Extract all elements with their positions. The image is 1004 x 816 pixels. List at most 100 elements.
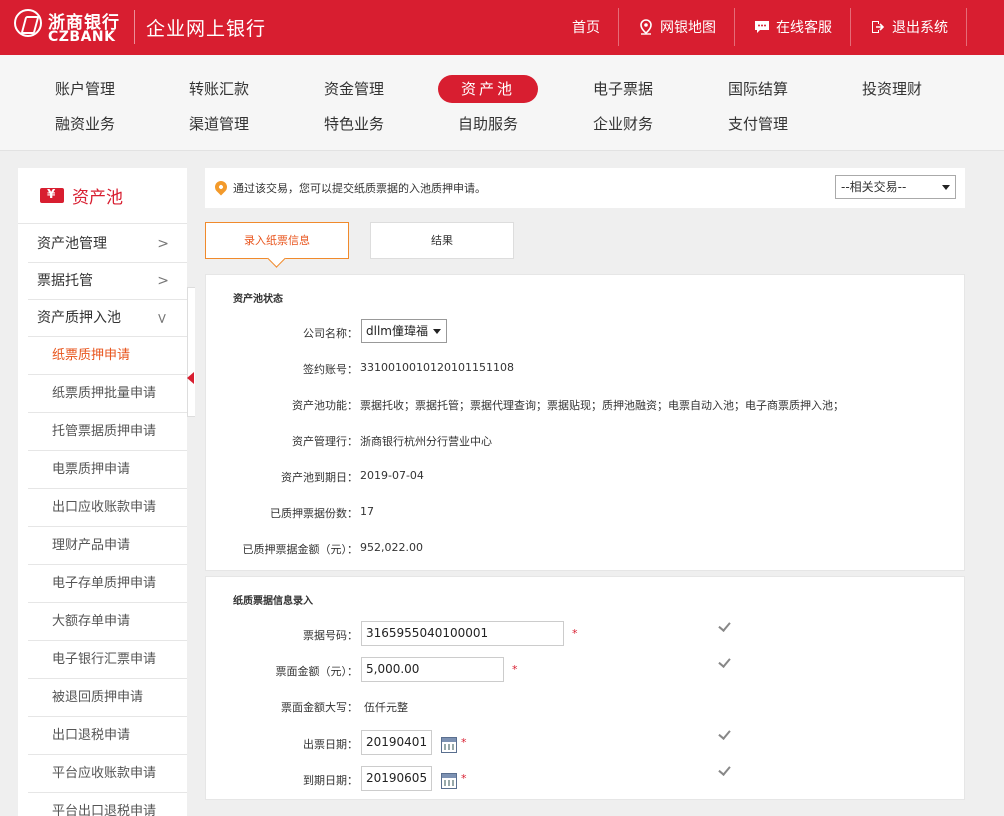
company-name-select[interactable]: dllm僮瑋福 — [361, 319, 447, 343]
chevron-right-icon: > — [157, 273, 169, 289]
online-service-link[interactable]: 在线客服 — [754, 17, 832, 37]
nav-account-management[interactable]: 账户管理 — [35, 75, 135, 103]
nav-international-settlement[interactable]: 国际结算 — [708, 75, 808, 103]
sidebar-group-asset-pool-management[interactable]: 资产池管理 > — [28, 226, 187, 263]
calendar-icon[interactable] — [441, 773, 457, 789]
sidebar-item-platform-tax-rebate[interactable]: 平台出口退税申请 — [28, 793, 187, 816]
sidebar-item-e-deposit-pledge[interactable]: 电子存单质押申请 — [28, 565, 187, 603]
pool-functions-label: 资产池功能： — [292, 399, 358, 412]
chevron-right-icon: > — [157, 236, 169, 252]
due-date-input[interactable]: 20190605 — [361, 766, 432, 791]
sidebar-group-label: 票据托管 — [37, 273, 93, 289]
sidebar-item-paper-bill-pledge[interactable]: 纸票质押申请 — [28, 337, 187, 375]
related-transactions-select[interactable]: --相关交易-- — [835, 175, 956, 199]
location-pin-icon — [212, 178, 230, 196]
home-link[interactable]: 首页 — [572, 17, 600, 37]
pool-expiry-label: 资产池到期日： — [281, 471, 358, 484]
bank-map-link[interactable]: 网银地图 — [638, 17, 716, 37]
online-service-label: 在线客服 — [776, 20, 832, 36]
sidebar-item-e-bank-draft[interactable]: 电子银行汇票申请 — [28, 641, 187, 679]
sidebar-group-bill-custody[interactable]: 票据托管 > — [28, 263, 187, 300]
nav-financing[interactable]: 融资业务 — [35, 110, 135, 138]
face-amount-input[interactable]: 5,000.00 — [361, 657, 504, 682]
bank-emblem-icon — [14, 9, 42, 37]
top-header: 浙商银行 CZBANK 企业网上银行 首页 网银地图 在线客服 退出系统 — [0, 0, 1004, 55]
sidebar-group-label: 资产质押入池 — [37, 310, 121, 326]
sidebar-item-platform-receivable[interactable]: 平台应收账款申请 — [28, 755, 187, 793]
valid-check-icon — [719, 655, 733, 669]
logout-link[interactable]: 退出系统 — [870, 17, 948, 37]
entry-panel-title: 纸质票据信息录入 — [233, 596, 313, 607]
chevron-down-icon: > — [153, 312, 170, 325]
nav-enterprise-finance[interactable]: 企业财务 — [573, 110, 673, 138]
sidebar-item-export-tax-rebate[interactable]: 出口退税申请 — [28, 717, 187, 755]
logout-icon — [872, 21, 885, 33]
dropdown-arrow-icon — [433, 329, 441, 334]
sidebar-item-custody-bill-pledge[interactable]: 托管票据质押申请 — [28, 413, 187, 451]
calendar-icon[interactable] — [441, 737, 457, 753]
logout-label: 退出系统 — [892, 20, 948, 36]
nav-fund-management[interactable]: 资金管理 — [304, 75, 404, 103]
required-mark: * — [572, 627, 578, 640]
signed-account-label: 签约账号： — [303, 363, 358, 376]
header-divider — [618, 8, 619, 46]
managing-bank-label: 资产管理行： — [292, 435, 358, 448]
sidebar-group-label: 资产池管理 — [37, 236, 107, 252]
due-date-label: 到期日期： — [303, 774, 358, 787]
asset-pool-status-panel — [205, 274, 965, 571]
amount-in-words-value: 伍仟元整 — [364, 701, 408, 714]
pledged-count-value: 17 — [360, 505, 374, 518]
sidebar-item-paper-bill-batch[interactable]: 纸票质押批量申请 — [28, 375, 187, 413]
chat-bubble-icon — [755, 21, 769, 33]
logo-english-name: CZBANK — [48, 29, 116, 45]
valid-check-icon — [719, 763, 733, 777]
tab-enter-paper-bill[interactable]: 录入纸票信息 — [205, 222, 349, 259]
header-divider — [966, 8, 967, 46]
issue-date-label: 出票日期： — [303, 738, 358, 751]
active-item-pointer — [187, 372, 194, 384]
nav-payment-management[interactable]: 支付管理 — [708, 110, 808, 138]
issue-date-input[interactable]: 20190401 — [361, 730, 432, 755]
company-name-value: dllm僮瑋福 — [366, 324, 428, 338]
nav-e-bill[interactable]: 电子票据 — [573, 75, 673, 103]
header-divider — [850, 8, 851, 46]
valid-check-icon — [719, 619, 733, 633]
nav-investment[interactable]: 投资理财 — [842, 75, 942, 103]
required-mark: * — [461, 772, 467, 785]
sidebar-group-asset-pledge[interactable]: 资产质押入池 > — [28, 300, 187, 337]
tab-result[interactable]: 结果 — [370, 222, 514, 259]
sidebar-item-e-bill-pledge[interactable]: 电票质押申请 — [28, 451, 187, 489]
nav-asset-pool[interactable]: 资产池 — [438, 75, 538, 103]
main-nav: 账户管理 转账汇款 资金管理 资产池 电子票据 国际结算 投资理财 融资业务 渠… — [0, 55, 1004, 151]
required-mark: * — [512, 663, 518, 676]
sidebar-title: 资产池 — [72, 188, 123, 208]
pledged-amount-label: 已质押票据金额（元）： — [242, 543, 359, 556]
sidebar-item-large-deposit[interactable]: 大额存单申请 — [28, 603, 187, 641]
valid-check-icon — [719, 727, 733, 741]
sidebar-collapse-handle[interactable] — [187, 287, 195, 417]
sidebar-item-returned-pledge[interactable]: 被退回质押申请 — [28, 679, 187, 717]
amount-in-words-label: 票面金额大写： — [281, 701, 358, 714]
managing-bank-value: 浙商银行杭州分行营业中心 — [360, 435, 492, 448]
nav-transfer[interactable]: 转账汇款 — [169, 75, 269, 103]
nav-self-service[interactable]: 自助服务 — [438, 110, 538, 138]
pledged-amount-value: 952,022.00 — [360, 541, 423, 554]
related-transactions-value: --相关交易-- — [841, 180, 907, 194]
czbank-logo[interactable]: 浙商银行 CZBANK — [14, 8, 126, 46]
logo-divider — [134, 10, 135, 44]
dropdown-arrow-icon — [942, 185, 950, 190]
home-link-label: 首页 — [572, 20, 600, 36]
bill-number-input[interactable]: 3165955040100001 — [361, 621, 564, 646]
sidebar-item-export-receivable[interactable]: 出口应收账款申请 — [28, 489, 187, 527]
nav-special-business[interactable]: 特色业务 — [304, 110, 404, 138]
sidebar-item-wealth-product[interactable]: 理财产品申请 — [28, 527, 187, 565]
asset-pool-ticket-icon — [40, 187, 64, 203]
nav-channel-management[interactable]: 渠道管理 — [169, 110, 269, 138]
pool-expiry-value: 2019-07-04 — [360, 469, 424, 482]
location-pin-icon — [640, 19, 652, 35]
bank-map-label: 网银地图 — [660, 20, 716, 36]
system-title: 企业网上银行 — [146, 18, 267, 40]
pledged-count-label: 已质押票据份数： — [270, 507, 358, 520]
pool-functions-value: 票据托收；票据托管；票据代理查询；票据贴现；质押池融资；电票自动入池；电子商票质… — [360, 399, 844, 412]
sidebar: 资产池 资产池管理 > 票据托管 > 资产质押入池 > 纸票质押申请 纸票质押批… — [18, 168, 187, 816]
